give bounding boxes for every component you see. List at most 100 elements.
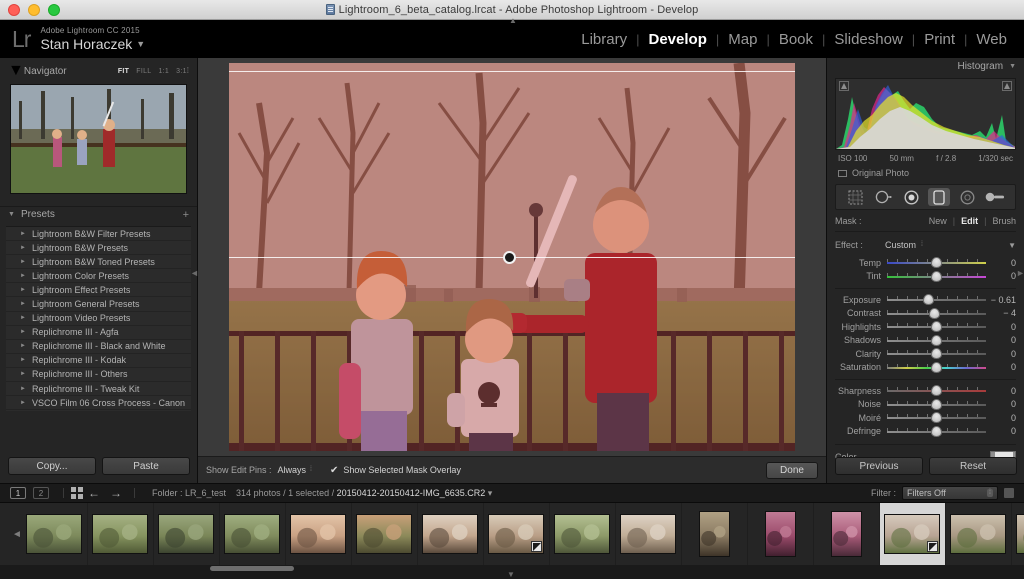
module-map[interactable]: Map [719,31,766,48]
mask-overlay-checkbox[interactable]: ✔ Show Selected Mask Overlay [330,465,461,476]
disclosure-arrow-icon[interactable]: ► [20,329,26,335]
develop-adjustment-badge-icon[interactable] [531,541,543,552]
module-print[interactable]: Print [915,31,964,48]
filmstrip-thumbnail-cell[interactable] [220,503,286,565]
disclosure-arrow-icon[interactable]: ► [20,400,26,406]
filmstrip-thumbnail[interactable] [830,511,862,557]
previous-photo-arrow-icon[interactable]: ← [88,487,100,499]
zoom-stepper-icon[interactable]: ⁞ [187,66,189,75]
filmstrip-thumbnail-cell[interactable] [418,503,484,565]
done-button[interactable]: Done [766,461,818,479]
slider-highlights[interactable]: Highlights 0 [835,320,1016,334]
navigator-zoom-3-1[interactable]: 3:1 [176,68,187,75]
navigator-zoom-levels[interactable]: FIT FILL 1:1 3:1 [118,68,187,75]
slider-value[interactable]: 0 [986,362,1016,372]
slider-shadows[interactable]: Shadows 0 [835,334,1016,348]
filmstrip-thumbnail[interactable] [224,514,281,554]
disclosure-arrow-icon[interactable]: ► [20,315,26,321]
slider-value[interactable]: 0 [986,399,1016,409]
slider-track[interactable] [887,257,986,269]
filter-lock-icon[interactable] [1004,488,1014,498]
filmstrip-thumbnail[interactable] [950,514,1007,554]
slider-knob[interactable] [931,334,942,346]
module-library[interactable]: Library [572,31,636,48]
presets-header[interactable]: ▼ Presets + [0,206,197,222]
slider-value[interactable]: − 4 [986,308,1016,318]
filmstrip-thumbnail-cell[interactable] [879,503,946,565]
disclosure-triangle-icon[interactable]: ▼ [8,62,24,80]
tool-strip[interactable] [835,184,1016,210]
presets-list[interactable]: ► Lightroom B&W Filter Presets ► Lightroom … [6,226,191,411]
slider-track[interactable] [887,398,986,410]
slider-value[interactable]: 0 [986,322,1016,332]
slider-knob[interactable] [931,385,942,397]
filmstrip-thumbnail-cell[interactable] [682,503,748,565]
preset-group-row[interactable]: ► Lightroom B&W Filter Presets [6,227,191,242]
effect-row[interactable]: Effect : Custom ⁞ ▼ [835,236,1016,254]
disclosure-arrow-icon[interactable]: ► [20,343,26,349]
slider-saturation[interactable]: Saturation 0 [835,361,1016,375]
slider-moir[interactable]: Moiré 0 [835,411,1016,425]
slider-knob[interactable] [931,398,942,410]
filmstrip-thumbnail[interactable] [554,514,611,554]
right-panel-toggle-icon[interactable]: ► [1016,268,1024,278]
adjustment-brush-icon[interactable] [984,188,1006,206]
preset-group-row[interactable]: ► Lightroom Video Presets [6,312,191,326]
filmstrip-thumbnail-cell[interactable] [22,503,88,565]
disclosure-arrow-icon[interactable]: ► [20,301,26,307]
slider-noise[interactable]: Noise 0 [835,398,1016,412]
develop-adjustment-badge-icon[interactable] [927,541,939,552]
crop-overlay-icon[interactable] [845,188,867,206]
preset-group-row[interactable]: ► Lightroom General Presets [6,297,191,312]
histogram-header[interactable]: Histogram ▼ [827,58,1024,74]
screen-two-button[interactable]: 2 [33,487,49,499]
module-slideshow[interactable]: Slideshow [825,31,911,48]
preset-group-row[interactable]: ► Replichrome III - Agfa [6,326,191,340]
spot-removal-icon[interactable] [873,188,895,206]
effect-stepper-icon[interactable]: ⁞ [921,241,923,248]
identity-plate[interactable]: Adobe Lightroom CC 2015 Stan Horaczek ▼ [40,26,145,51]
effect-value[interactable]: Custom [885,240,916,250]
slider-exposure[interactable]: Exposure − 0.61 [835,293,1016,307]
slider-defringe[interactable]: Defringe 0 [835,425,1016,439]
filmstrip-thumbnail-cell[interactable] [814,503,880,565]
filmstrip-thumbnail-cell[interactable] [1012,503,1024,565]
disclosure-arrow-icon[interactable]: ► [20,357,26,363]
slider-knob[interactable] [931,412,942,424]
preset-group-row[interactable]: ► Replichrome III - Kodak [6,354,191,368]
filmstrip-thumbnail-cell[interactable] [616,503,682,565]
grid-view-icon[interactable] [71,487,83,499]
slider-knob[interactable] [931,425,942,437]
navigator-zoom-1-1[interactable]: 1:1 [158,68,169,75]
slider-value[interactable]: − 0.61 [986,295,1016,305]
filmstrip-thumbnail[interactable] [764,511,796,557]
slider-knob[interactable] [931,257,942,269]
radial-filter-icon[interactable] [956,188,978,206]
filmstrip-thumbnails[interactable] [22,503,1024,565]
effect-disclosure-icon[interactable]: ▼ [1008,241,1016,250]
module-picker[interactable]: Library | Develop | Map | Book | Slideshow | Print… [572,31,1016,48]
add-preset-icon[interactable]: + [183,209,189,221]
filmstrip-thumbnail-cell[interactable] [154,503,220,565]
disclosure-arrow-icon[interactable]: ► [20,231,26,237]
previous-button[interactable]: Previous [835,457,923,475]
slider-knob[interactable] [931,270,942,282]
preset-group-row[interactable]: ► Lightroom Color Presets [6,269,191,284]
mask-option-edit[interactable]: Edit [961,216,978,226]
filmstrip-thumbnail-cell[interactable] [484,503,550,565]
preset-group-row[interactable]: ► Replichrome III - Black and White [6,340,191,354]
filmstrip[interactable]: ◄ ► [0,503,1024,565]
disclosure-arrow-icon[interactable]: ► [20,386,26,392]
graduated-filter-line-top[interactable] [229,71,795,72]
filmstrip-thumbnail[interactable] [698,511,730,557]
filmstrip-thumbnail[interactable] [422,514,479,554]
filmstrip-scrollbar[interactable] [210,566,294,571]
next-photo-arrow-icon[interactable]: → [110,487,122,499]
highlight-clipping-indicator[interactable] [1002,81,1012,91]
module-web[interactable]: Web [967,31,1016,48]
reset-button[interactable]: Reset [929,457,1017,475]
slider-tint[interactable]: Tint 0 [835,270,1016,284]
red-eye-icon[interactable] [901,188,923,206]
module-book[interactable]: Book [770,31,822,48]
filmstrip-thumbnail-cell[interactable] [748,503,814,565]
